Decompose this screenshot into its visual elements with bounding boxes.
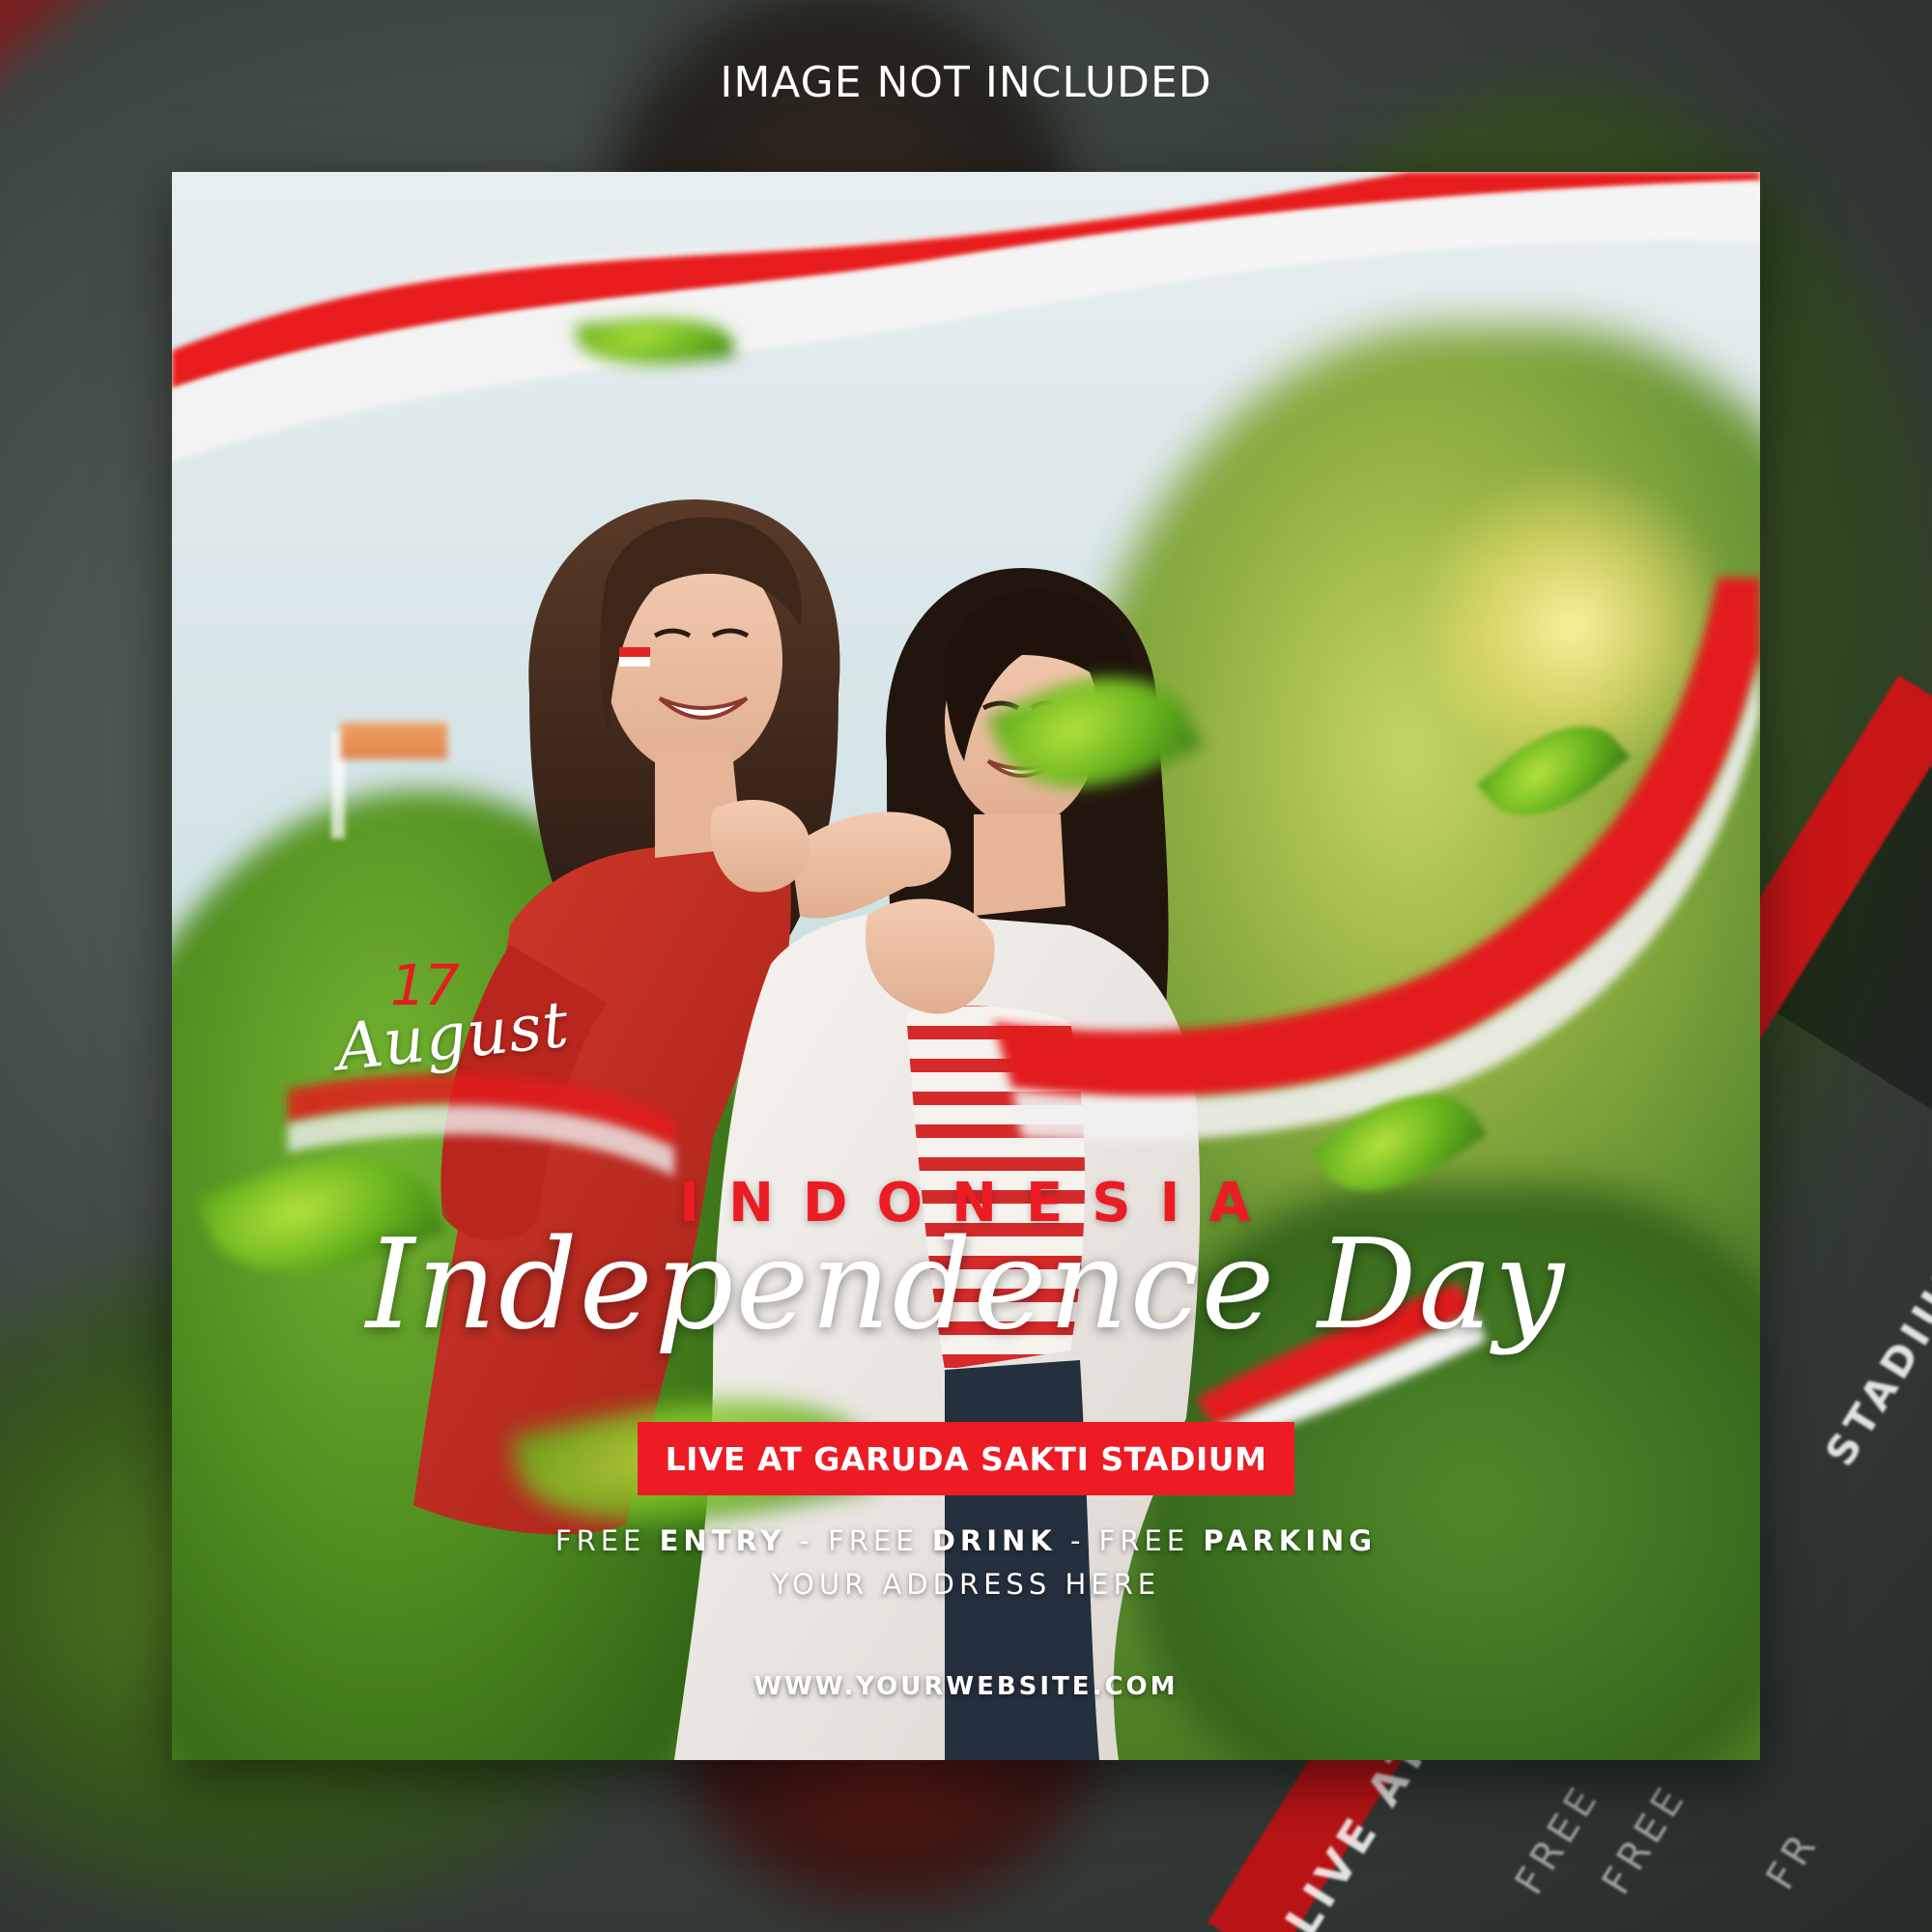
perk-prefix: FREE bbox=[554, 1524, 646, 1557]
perk-prefix: FREE bbox=[1098, 1524, 1190, 1557]
design-canvas: STADIUM LIVE AT FREE FREE FR IMAGE NOT I… bbox=[0, 0, 1932, 1932]
website-link[interactable]: WWW.YOURWEBSITE.COM bbox=[172, 1672, 1760, 1701]
poster-card: 17 August INDONESIA Independence Day LIV… bbox=[172, 172, 1760, 1760]
perks-line: FREE ENTRY - FREE DRINK - FREE PARKING bbox=[172, 1524, 1760, 1557]
headline-script: Independence Day bbox=[365, 1213, 1567, 1357]
perk-item: DRINK bbox=[931, 1524, 1057, 1557]
date-block: 17 August bbox=[333, 952, 573, 1085]
venue-text: LIVE AT GARUDA SAKTI STADIUM bbox=[665, 1439, 1267, 1478]
address-line: YOUR ADDRESS HERE bbox=[771, 1568, 1161, 1601]
venue-banner: LIVE AT GARUDA SAKTI STADIUM bbox=[638, 1422, 1294, 1495]
perk-item: ENTRY bbox=[659, 1524, 786, 1557]
image-not-included-caption: IMAGE NOT INCLUDED bbox=[720, 58, 1212, 107]
perk-separator: - bbox=[1056, 1524, 1099, 1557]
perk-item: PARKING bbox=[1203, 1524, 1378, 1557]
perk-separator: - bbox=[785, 1524, 829, 1557]
perk-prefix: FREE bbox=[828, 1524, 919, 1557]
